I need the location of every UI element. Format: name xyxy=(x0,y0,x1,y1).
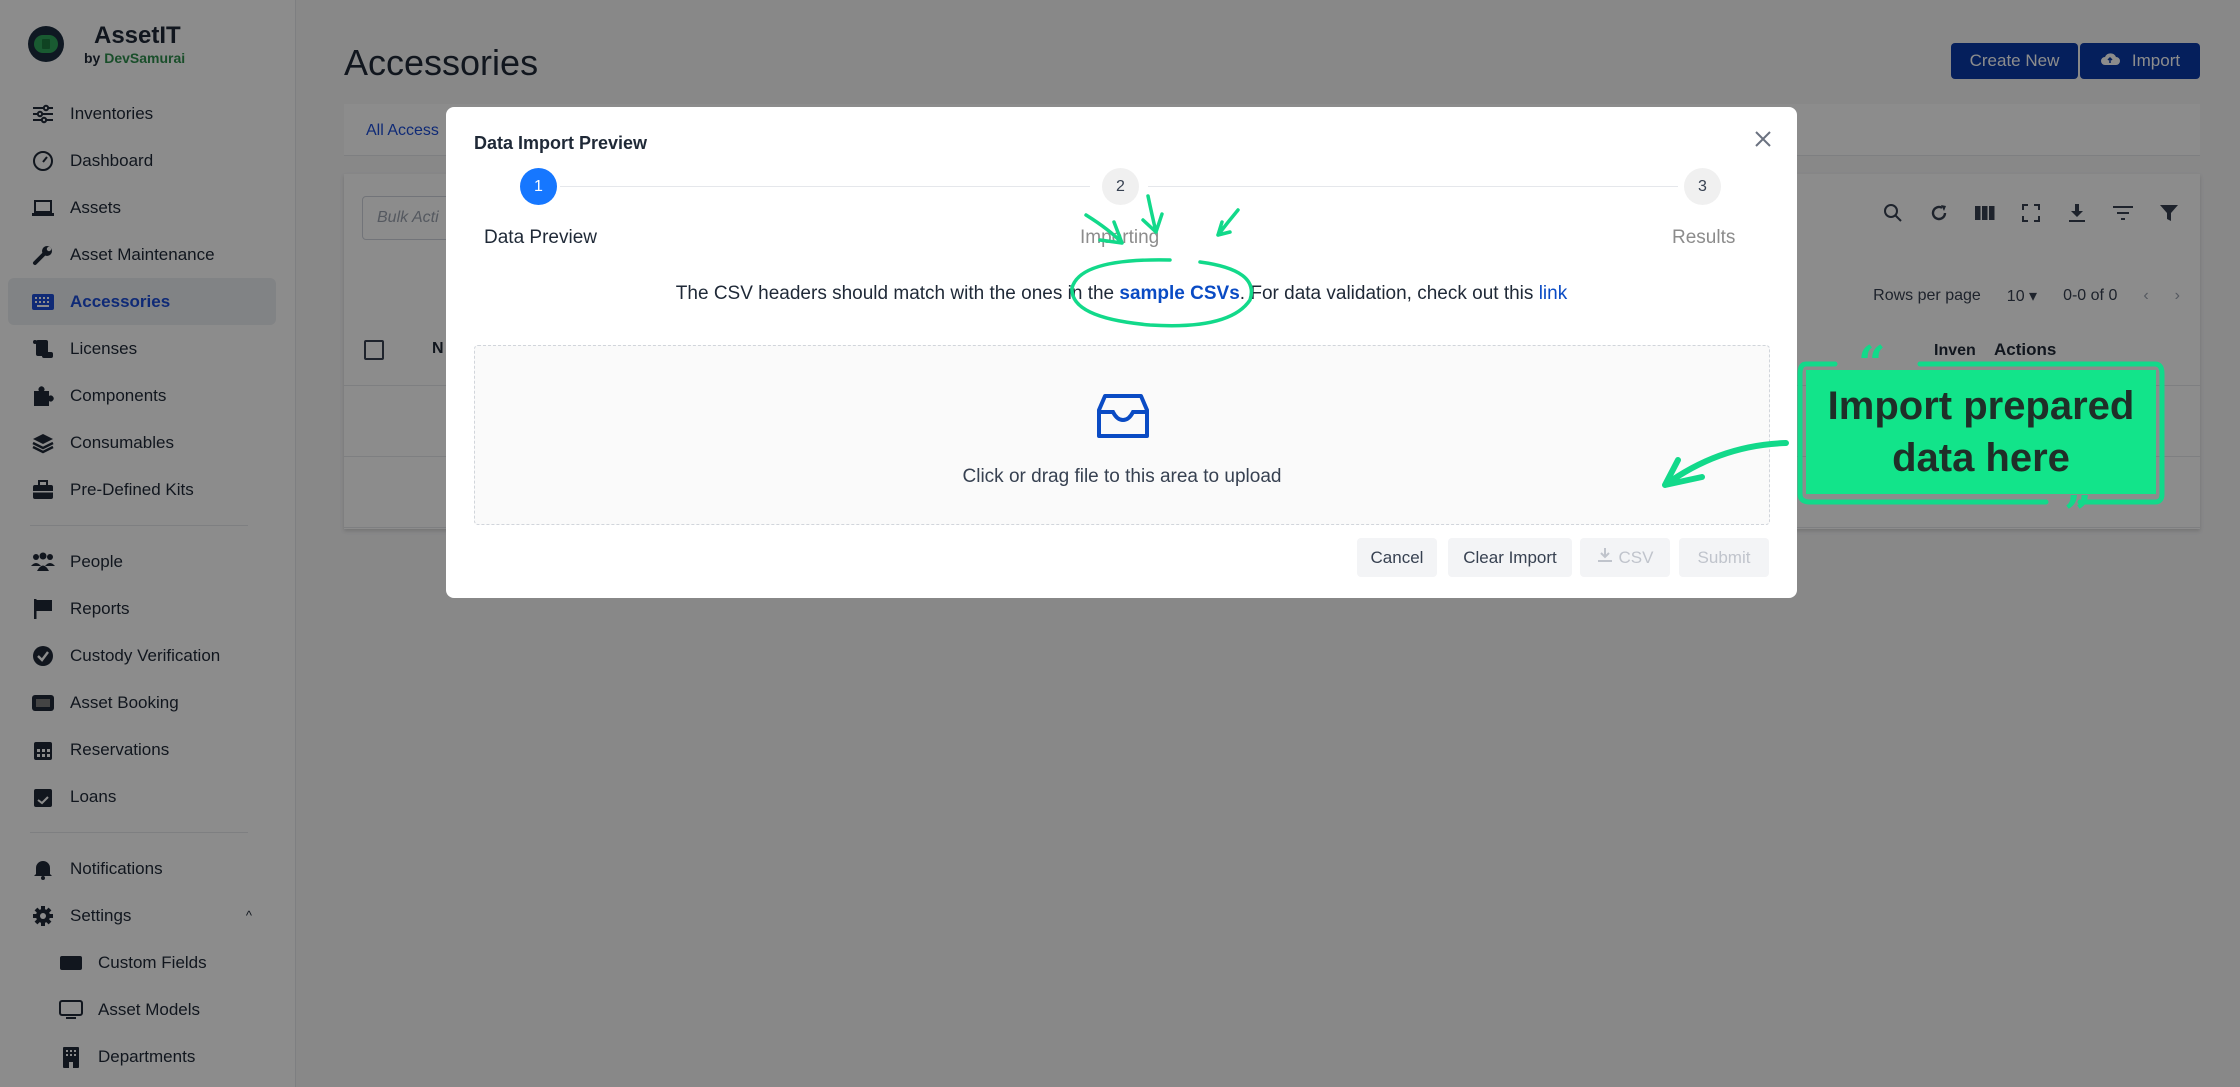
csv-button-label: CSV xyxy=(1618,547,1654,567)
step-1-indicator: 1 xyxy=(520,168,557,205)
callout-line-2: data here xyxy=(1892,436,2070,480)
step-3-indicator: 3 xyxy=(1684,168,1721,205)
step-connector xyxy=(560,186,1090,187)
step-2-label: Importing xyxy=(1080,227,1160,248)
validation-link[interactable]: link xyxy=(1539,283,1568,304)
close-icon[interactable] xyxy=(1751,127,1775,151)
submit-button[interactable]: Submit xyxy=(1679,538,1769,577)
upload-dropzone[interactable]: Click or drag file to this area to uploa… xyxy=(474,345,1770,525)
dropzone-text: Click or drag file to this area to uploa… xyxy=(962,466,1282,487)
download-csv-button[interactable]: CSV xyxy=(1580,538,1670,577)
download-icon xyxy=(1597,547,1613,568)
step-2-indicator: 2 xyxy=(1102,168,1139,205)
csv-hint: The CSV headers should match with the on… xyxy=(446,283,1797,305)
sample-csvs-link[interactable]: sample CSVs xyxy=(1119,283,1239,304)
step-connector xyxy=(1148,186,1678,187)
cancel-button[interactable]: Cancel xyxy=(1357,538,1437,577)
callout-line-1: Import prepared xyxy=(1827,384,2135,428)
annotation-callout: Import prepared data here xyxy=(1806,370,2156,494)
data-import-modal: Data Import Preview 1 2 3 Data Preview I… xyxy=(446,107,1797,598)
inbox-icon xyxy=(1095,388,1151,444)
step-3-label: Results xyxy=(1672,227,1736,248)
hint-text: The CSV headers should match with the on… xyxy=(675,283,1120,304)
modal-title: Data Import Preview xyxy=(474,133,648,153)
step-1-label: Data Preview xyxy=(484,227,597,248)
hint-text: . For data validation, check out this xyxy=(1239,283,1539,304)
clear-import-button[interactable]: Clear Import xyxy=(1448,538,1572,577)
